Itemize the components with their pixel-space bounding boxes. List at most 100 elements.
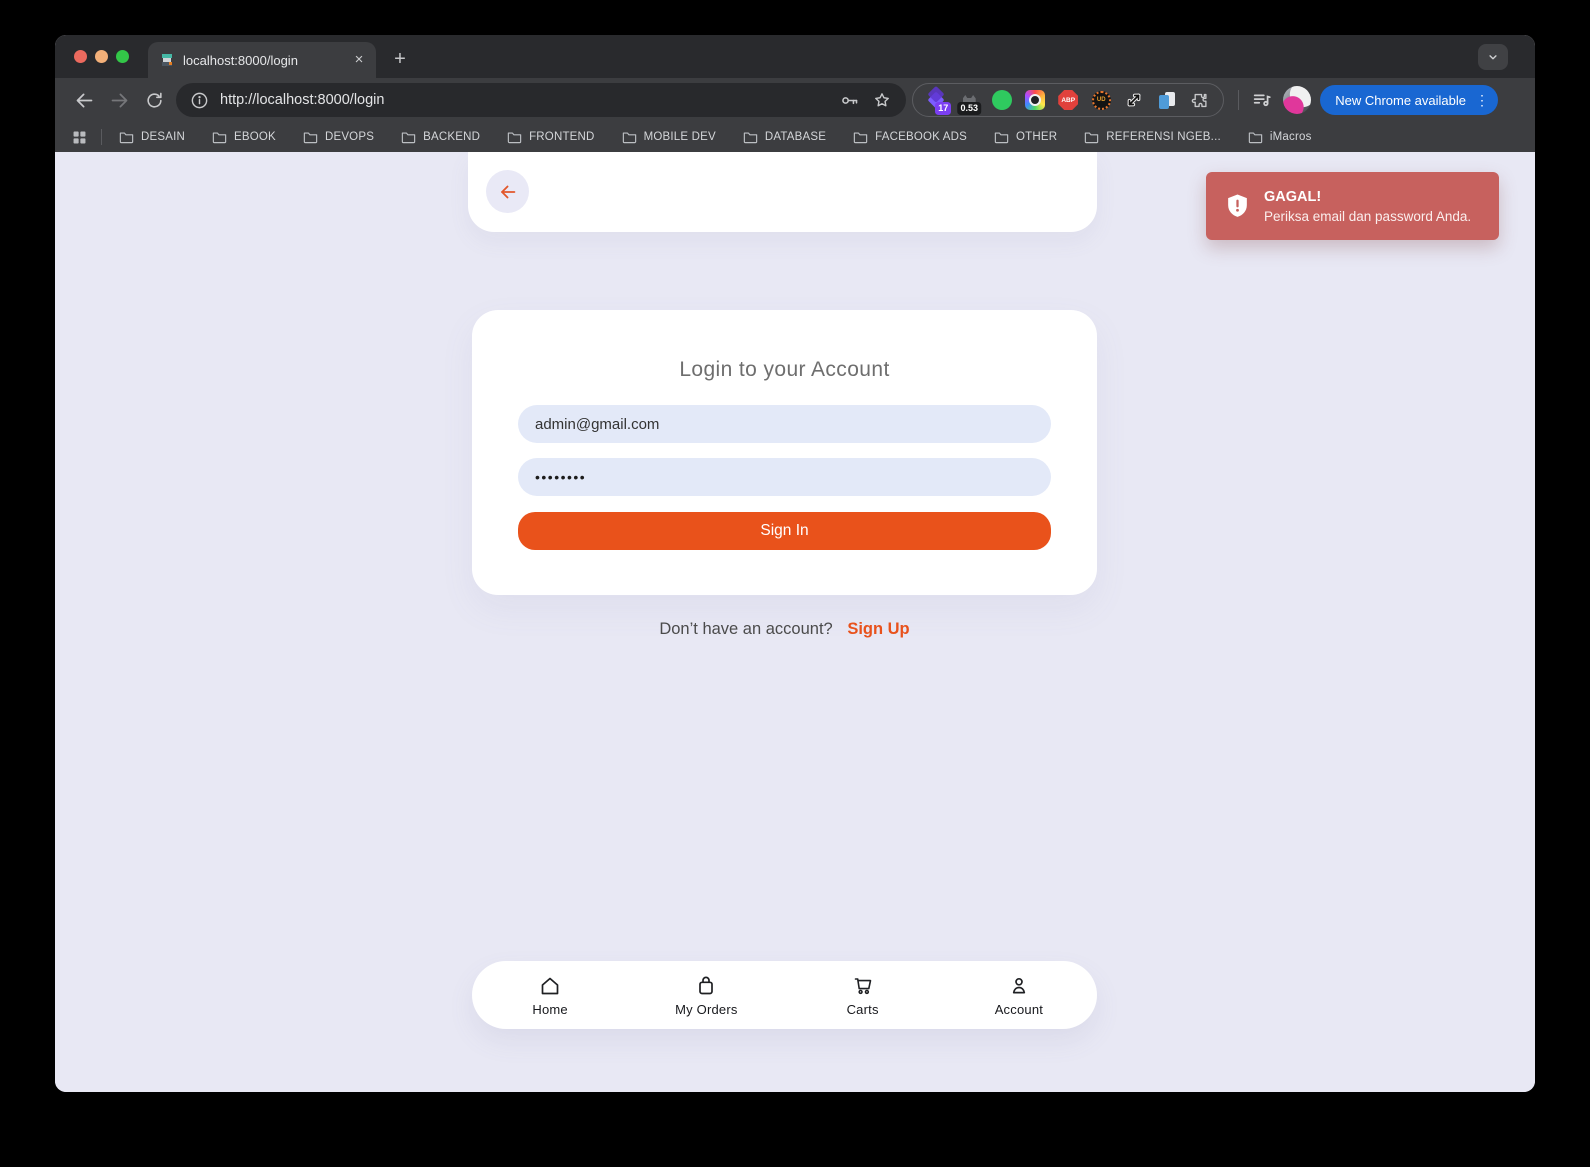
nav-item-account[interactable]: Account	[941, 961, 1097, 1029]
forward-icon	[109, 90, 130, 111]
bookmark-folder-devops[interactable]: DEVOPS	[303, 131, 374, 144]
folder-icon	[853, 131, 868, 144]
tab-title: localhost:8000/login	[183, 53, 342, 68]
bookmarks-divider	[101, 129, 102, 145]
email-field[interactable]	[518, 405, 1051, 443]
page-header-card	[468, 152, 1097, 232]
chrome-update-label: New Chrome available	[1335, 93, 1466, 108]
maximize-window-button[interactable]	[116, 50, 129, 63]
nav-label: Account	[995, 1002, 1043, 1017]
folder-icon	[1248, 131, 1263, 144]
extension-adblock-icon[interactable]: ABP	[1058, 90, 1078, 110]
error-toast[interactable]: GAGAL! Periksa email dan password Anda.	[1206, 172, 1499, 240]
extensions-group: 17 0.53 ABP UD	[912, 83, 1224, 117]
bookmark-label: iMacros	[1270, 131, 1312, 143]
folder-icon	[212, 131, 227, 144]
info-icon[interactable]	[190, 91, 209, 110]
reload-button[interactable]	[139, 85, 169, 115]
forward-button[interactable]	[104, 85, 134, 115]
browser-window: localhost:8000/login × + http://localhos…	[55, 35, 1535, 1092]
tab-strip: localhost:8000/login × +	[55, 35, 1535, 78]
chrome-update-chip[interactable]: New Chrome available ⋮	[1320, 85, 1498, 115]
key-icon[interactable]	[839, 90, 860, 111]
window-controls	[74, 50, 129, 63]
page-content: GAGAL! Periksa email dan password Anda. …	[55, 152, 1535, 1092]
extension-fullscreen-icon[interactable]	[1124, 90, 1144, 110]
bookmark-folder-frontend[interactable]: FRONTEND	[507, 131, 595, 144]
bookmark-label: DEVOPS	[325, 131, 374, 143]
extension-monitor-icon[interactable]: 0.53	[959, 90, 979, 110]
minimize-window-button[interactable]	[95, 50, 108, 63]
tab-search-button[interactable]	[1478, 44, 1508, 70]
puzzle-icon	[1191, 91, 1210, 110]
arrow-left-icon	[497, 181, 519, 203]
new-tab-icon[interactable]: +	[387, 47, 413, 73]
tab-close-icon[interactable]: ×	[350, 51, 368, 69]
sign-up-link[interactable]: Sign Up	[847, 620, 909, 638]
nav-label: Carts	[847, 1002, 879, 1017]
folder-icon	[743, 131, 758, 144]
media-queue-icon[interactable]	[1251, 89, 1273, 111]
folder-icon	[1084, 131, 1099, 144]
bookmark-label: DESAIN	[141, 131, 185, 143]
sign-in-button[interactable]: Sign In	[518, 512, 1051, 550]
bookmark-label: MOBILE DEV	[644, 131, 716, 143]
folder-icon	[622, 131, 637, 144]
bookmark-label: OTHER	[1016, 131, 1057, 143]
login-card: Login to your Account Sign In	[472, 310, 1097, 595]
bookmark-folder-referensi[interactable]: REFERENSI NGEB...	[1084, 131, 1221, 144]
star-icon[interactable]	[872, 90, 892, 110]
nav-item-home[interactable]: Home	[472, 961, 628, 1029]
extension-lens-icon[interactable]	[1025, 90, 1045, 110]
folder-icon	[994, 131, 1009, 144]
extension-badge: 17	[935, 102, 951, 115]
close-window-button[interactable]	[74, 50, 87, 63]
bookmark-folder-facebook-ads[interactable]: FACEBOOK ADS	[853, 131, 967, 144]
extension-axe-icon[interactable]: 17	[926, 90, 946, 110]
person-icon	[1007, 974, 1031, 998]
bookmark-label: EBOOK	[234, 131, 276, 143]
toolbar-divider	[1238, 90, 1239, 110]
bookmark-label: DATABASE	[765, 131, 826, 143]
profile-avatar[interactable]	[1283, 86, 1311, 114]
bookmark-folder-desain[interactable]: DESAIN	[119, 131, 185, 144]
grid-icon[interactable]	[71, 129, 88, 146]
bottom-navigation: Home My Orders Carts Account	[472, 961, 1097, 1029]
password-field[interactable]	[518, 458, 1051, 496]
reload-icon	[145, 91, 164, 110]
bookmark-folder-backend[interactable]: BACKEND	[401, 131, 480, 144]
folder-icon	[507, 131, 522, 144]
bookmark-folder-database[interactable]: DATABASE	[743, 131, 826, 144]
back-button[interactable]	[69, 85, 99, 115]
extension-pages-icon[interactable]	[1157, 90, 1177, 110]
bookmark-folder-mobile-dev[interactable]: MOBILE DEV	[622, 131, 716, 144]
bookmark-folder-imacros[interactable]: iMacros	[1248, 131, 1312, 144]
nav-item-carts[interactable]: Carts	[785, 961, 941, 1029]
folder-icon	[119, 131, 134, 144]
extension-ud-shield-icon[interactable]: UD	[1091, 90, 1111, 110]
toast-title: GAGAL!	[1264, 189, 1471, 205]
nav-label: My Orders	[675, 1002, 737, 1017]
bookmark-folder-ebook[interactable]: EBOOK	[212, 131, 276, 144]
folder-icon	[303, 131, 318, 144]
overflow-menu-icon[interactable]: ⋮	[1475, 93, 1489, 107]
bookmark-label: REFERENSI NGEB...	[1106, 131, 1221, 143]
extension-badge: 0.53	[957, 102, 981, 115]
bookmark-folder-other[interactable]: OTHER	[994, 131, 1057, 144]
bookmarks-bar: DESAIN EBOOK DEVOPS BACKEND FRONTEND MOB…	[55, 122, 1535, 152]
folder-icon	[401, 131, 416, 144]
tab-localhost-login[interactable]: localhost:8000/login ×	[148, 42, 376, 78]
nav-item-my-orders[interactable]: My Orders	[628, 961, 784, 1029]
address-bar[interactable]: http://localhost:8000/login	[176, 83, 906, 117]
signup-question: Don’t have an account?	[659, 620, 832, 638]
browser-toolbar: http://localhost:8000/login 17 0.53 ABP …	[55, 78, 1535, 122]
extension-green-dot-icon[interactable]	[992, 90, 1012, 110]
page-back-button[interactable]	[486, 170, 529, 213]
bookmark-label: FRONTEND	[529, 131, 595, 143]
bookmark-label: FACEBOOK ADS	[875, 131, 967, 143]
chevron-down-icon	[1486, 50, 1500, 64]
favicon	[159, 52, 175, 68]
back-icon	[74, 90, 95, 111]
url-text[interactable]: http://localhost:8000/login	[220, 92, 839, 108]
extensions-menu-button[interactable]	[1190, 90, 1210, 110]
